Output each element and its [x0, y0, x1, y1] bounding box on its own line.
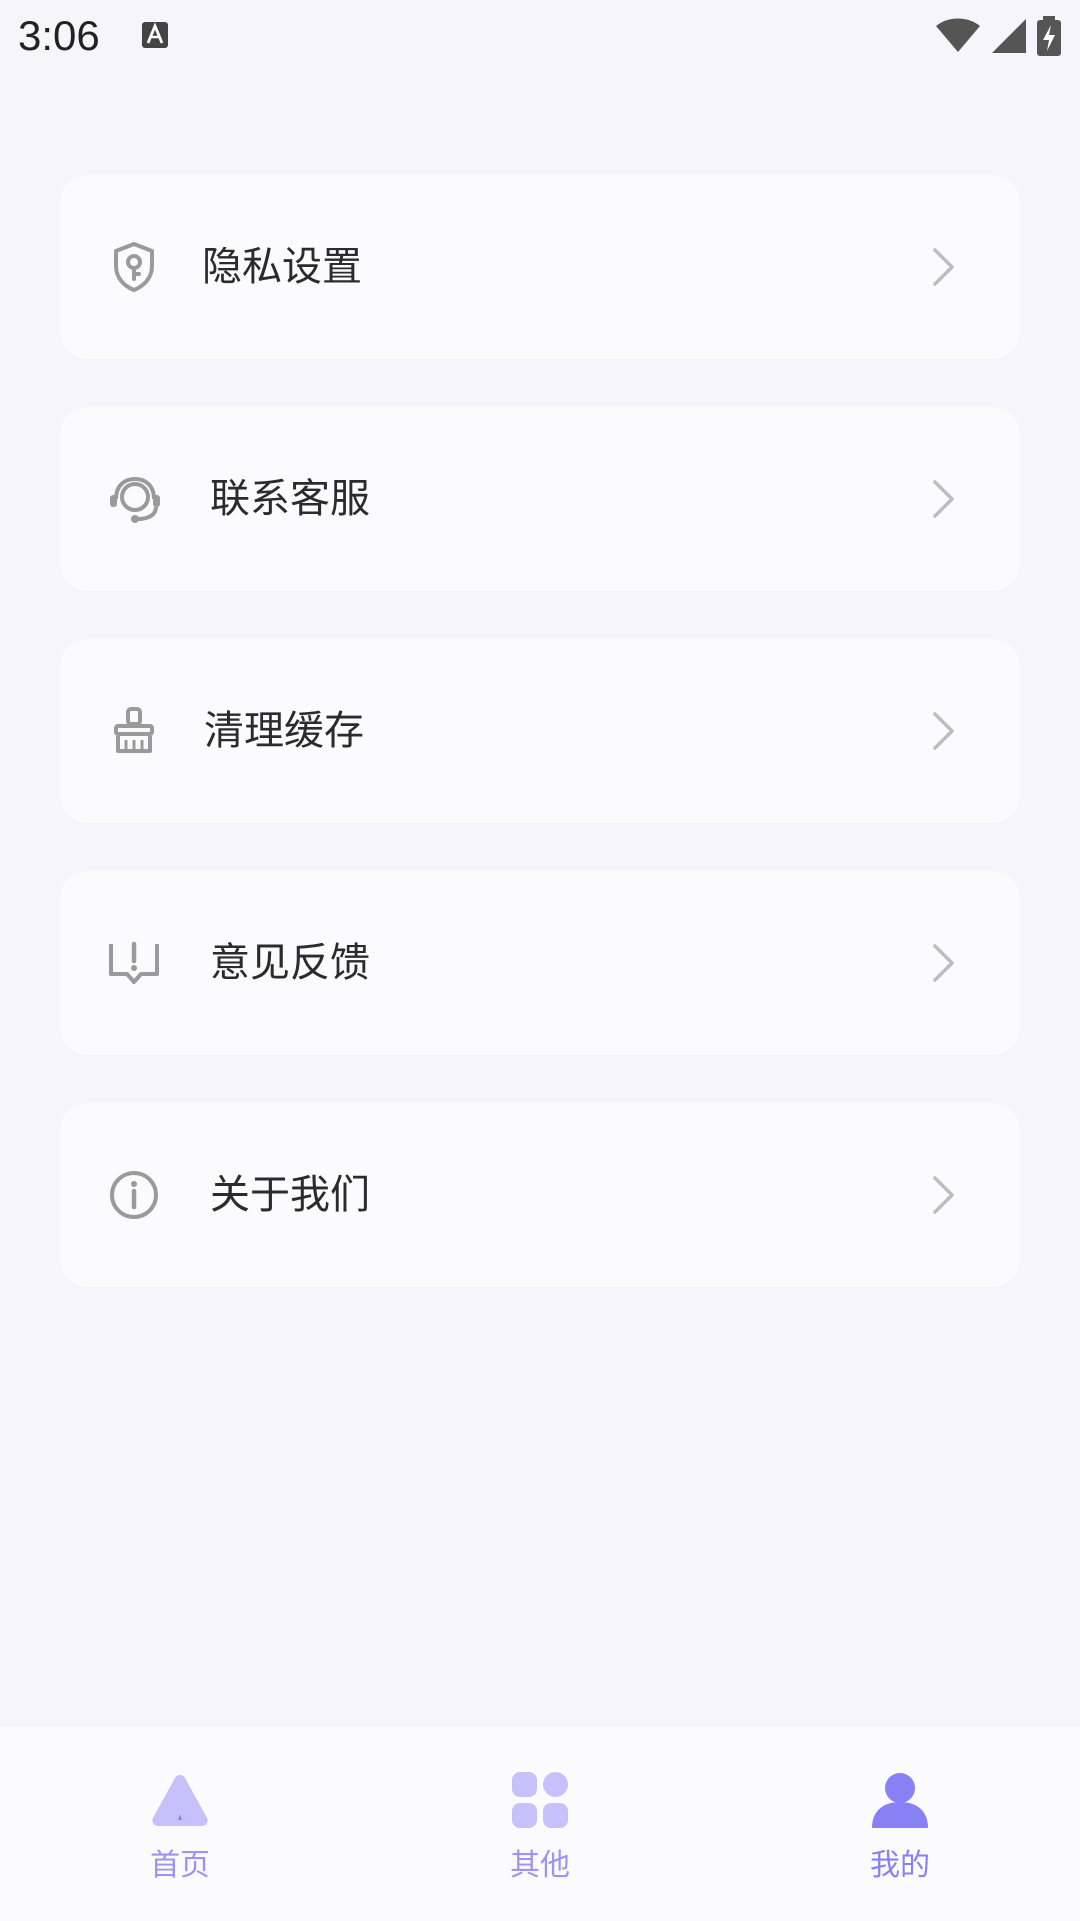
text-input-icon	[142, 22, 168, 48]
menu-item-privacy-settings[interactable]: 隐私设置	[60, 175, 1020, 359]
menu-item-about-us[interactable]: 关于我们	[60, 1103, 1020, 1287]
profile-icon	[872, 1773, 928, 1828]
broom-icon	[104, 701, 164, 761]
chevron-right-icon	[920, 1171, 968, 1219]
wifi-icon	[936, 18, 980, 52]
status-icons	[934, 16, 1062, 56]
tab-other[interactable]: 其他	[360, 1726, 720, 1921]
status-time: 3:06	[18, 12, 100, 59]
tab-label: 其他	[510, 1848, 570, 1883]
menu-item-contact-support[interactable]: 联系客服	[60, 407, 1020, 591]
menu-item-clear-cache[interactable]: 清理缓存	[60, 639, 1020, 823]
chevron-right-icon	[920, 939, 968, 987]
tab-label: 首页	[150, 1848, 210, 1883]
chevron-right-icon	[920, 707, 968, 755]
chevron-right-icon	[920, 243, 968, 291]
menu-item-label: 关于我们	[210, 1172, 370, 1218]
home-icon	[152, 1775, 208, 1826]
tab-mine[interactable]: 我的	[720, 1726, 1080, 1921]
bottom-tab-bar: 首页 其他 我的	[0, 1725, 1080, 1921]
settings-menu: 隐私设置 联系客服 清理缓存 意见反馈 关于我们	[60, 175, 1020, 1335]
grid-icon	[512, 1772, 568, 1828]
feedback-icon	[104, 933, 164, 993]
status-bar: 3:06	[0, 0, 1080, 72]
signal-icon	[992, 19, 1026, 53]
menu-item-feedback[interactable]: 意见反馈	[60, 871, 1020, 1055]
tab-home[interactable]: 首页	[0, 1726, 360, 1921]
menu-item-label: 意见反馈	[210, 940, 370, 986]
menu-item-label: 清理缓存	[204, 708, 364, 754]
menu-item-label: 联系客服	[210, 476, 370, 522]
battery-charging-icon	[1037, 16, 1061, 56]
tab-label: 我的	[870, 1848, 930, 1883]
shield-key-icon	[104, 237, 164, 297]
chevron-right-icon	[920, 475, 968, 523]
menu-item-label: 隐私设置	[202, 244, 362, 290]
headset-icon	[104, 469, 164, 529]
info-icon	[104, 1165, 164, 1225]
